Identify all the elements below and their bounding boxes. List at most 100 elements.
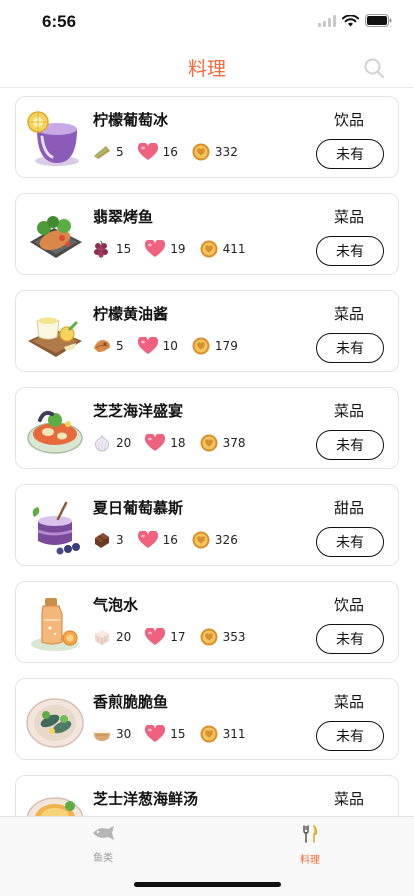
ingredient-count: 20	[116, 630, 132, 644]
dish-card[interactable]: 芝芝海洋盛宴 菜品 20 18 378 未有	[15, 387, 399, 469]
dish-list[interactable]: 柠檬葡萄冰 饮品 5 16 332 未有 翡翠烤鱼 菜品 15 19 411 未…	[15, 96, 399, 816]
wifi-icon	[342, 14, 359, 26]
nav-bar: 料理	[0, 48, 414, 88]
coin-icon	[200, 628, 218, 646]
coin-icon	[192, 337, 210, 355]
dish-name: 芝芝海洋盛宴	[93, 402, 184, 420]
hearts-count: 16	[162, 533, 178, 547]
heart-icon	[145, 240, 166, 257]
coins-count: 326	[214, 533, 238, 547]
grape-ice-drink-icon	[27, 111, 79, 166]
ownership-button[interactable]: 未有	[316, 721, 384, 751]
dish-name: 气泡水	[93, 596, 139, 614]
coins-count: 411	[222, 242, 246, 256]
ownership-button[interactable]: 未有	[316, 527, 384, 557]
ownership-button[interactable]: 未有	[316, 236, 384, 266]
utensils-icon	[303, 825, 318, 843]
tab-fish-label: 鱼类	[93, 853, 113, 864]
coin-icon	[200, 240, 218, 258]
chocolate-icon	[95, 533, 109, 548]
dish-category: 菜品	[333, 402, 364, 420]
dish-stats: 5 16 332	[93, 143, 252, 161]
tab-fish[interactable]: 鱼类	[73, 825, 133, 864]
sparkling-water-icon	[31, 598, 79, 651]
dish-card[interactable]: 香煎脆脆鱼 菜品 30 15 311 未有	[15, 678, 399, 760]
dish-category: 菜品	[333, 208, 364, 226]
grilled-fish-icon	[30, 216, 82, 258]
dish-category: 饮品	[333, 596, 364, 614]
coin-icon	[200, 434, 218, 452]
coins-count: 378	[222, 436, 246, 450]
coin-icon	[192, 143, 210, 161]
ownership-button[interactable]: 未有	[316, 139, 384, 169]
dish-category: 饮品	[333, 111, 364, 129]
ingredient-count: 5	[116, 145, 124, 159]
hearts-count: 17	[170, 630, 186, 644]
dish-card[interactable]: 芝士洋葱海鲜汤 菜品	[15, 775, 399, 816]
dish-stats: 3 16 326	[93, 531, 252, 549]
heart-icon	[137, 531, 158, 548]
battery-icon	[365, 14, 392, 27]
ownership-button[interactable]: 未有	[316, 333, 384, 363]
tab-cooking[interactable]: 料理	[280, 825, 340, 866]
status-bar: 6:56	[0, 0, 414, 48]
clam-icon	[94, 340, 110, 352]
dish-name: 柠檬葡萄冰	[93, 111, 169, 129]
dish-category: 菜品	[333, 790, 364, 808]
dish-name: 夏日葡萄慕斯	[93, 499, 184, 517]
hearts-count: 10	[162, 339, 178, 353]
status-time: 6:56	[42, 12, 77, 31]
hearts-count: 19	[170, 242, 186, 256]
ingredient-count: 30	[116, 727, 132, 741]
dish-card[interactable]: 夏日葡萄慕斯 甜品 3 16 326 未有	[15, 484, 399, 566]
ingredient-count: 20	[116, 436, 132, 450]
grape-mousse-icon	[32, 501, 80, 555]
dish-stats: 20 17 353	[93, 628, 259, 646]
coins-count: 311	[222, 727, 246, 741]
search-icon[interactable]	[362, 56, 386, 80]
heart-icon	[145, 434, 166, 451]
coin-icon	[192, 531, 210, 549]
grapes-icon	[94, 240, 108, 258]
dish-name: 香煎脆脆鱼	[93, 693, 169, 711]
fish-icon	[93, 826, 114, 840]
dish-card[interactable]: 柠檬黄油酱 菜品 5 10 179 未有	[15, 290, 399, 372]
signal-icon	[318, 14, 336, 27]
dish-category: 甜品	[333, 499, 364, 517]
ingredient-count: 3	[116, 533, 124, 547]
bread-icon	[94, 146, 110, 159]
hearts-count: 18	[170, 436, 186, 450]
tab-bar: 鱼类 料理	[0, 816, 414, 896]
dish-card[interactable]: 柠檬葡萄冰 饮品 5 16 332 未有	[15, 96, 399, 178]
tab-cooking-label: 料理	[300, 855, 320, 866]
heart-icon	[145, 628, 166, 645]
dish-card[interactable]: 翡翠烤鱼 菜品 15 19 411 未有	[15, 193, 399, 275]
dish-category: 菜品	[333, 693, 364, 711]
seafood-feast-icon	[27, 410, 83, 454]
rice-bowl-icon	[94, 729, 110, 741]
dish-category: 菜品	[333, 305, 364, 323]
heart-icon	[145, 725, 166, 742]
dish-name: 芝士洋葱海鲜汤	[93, 790, 199, 808]
ownership-button[interactable]: 未有	[316, 624, 384, 654]
dish-stats: 15 19 411	[93, 240, 259, 258]
hearts-count: 16	[162, 145, 178, 159]
sugar-cube-icon	[95, 630, 109, 645]
page-title: 料理	[187, 58, 226, 80]
home-indicator	[134, 882, 281, 887]
heart-icon	[137, 143, 158, 160]
pan-fried-fish-icon	[26, 698, 84, 748]
garlic-icon	[94, 434, 110, 452]
ownership-button[interactable]: 未有	[316, 430, 384, 460]
dish-stats: 20 18 378	[93, 434, 259, 452]
ingredient-count: 15	[116, 242, 132, 256]
coins-count: 353	[222, 630, 246, 644]
dish-stats: 5 10 179	[93, 337, 252, 355]
heart-icon	[137, 337, 158, 354]
onion-seafood-soup-icon	[26, 797, 84, 816]
dish-name: 翡翠烤鱼	[93, 208, 154, 226]
coins-count: 179	[214, 339, 238, 353]
coin-icon	[200, 725, 218, 743]
dish-card[interactable]: 气泡水 饮品 20 17 353 未有	[15, 581, 399, 663]
hearts-count: 15	[170, 727, 186, 741]
